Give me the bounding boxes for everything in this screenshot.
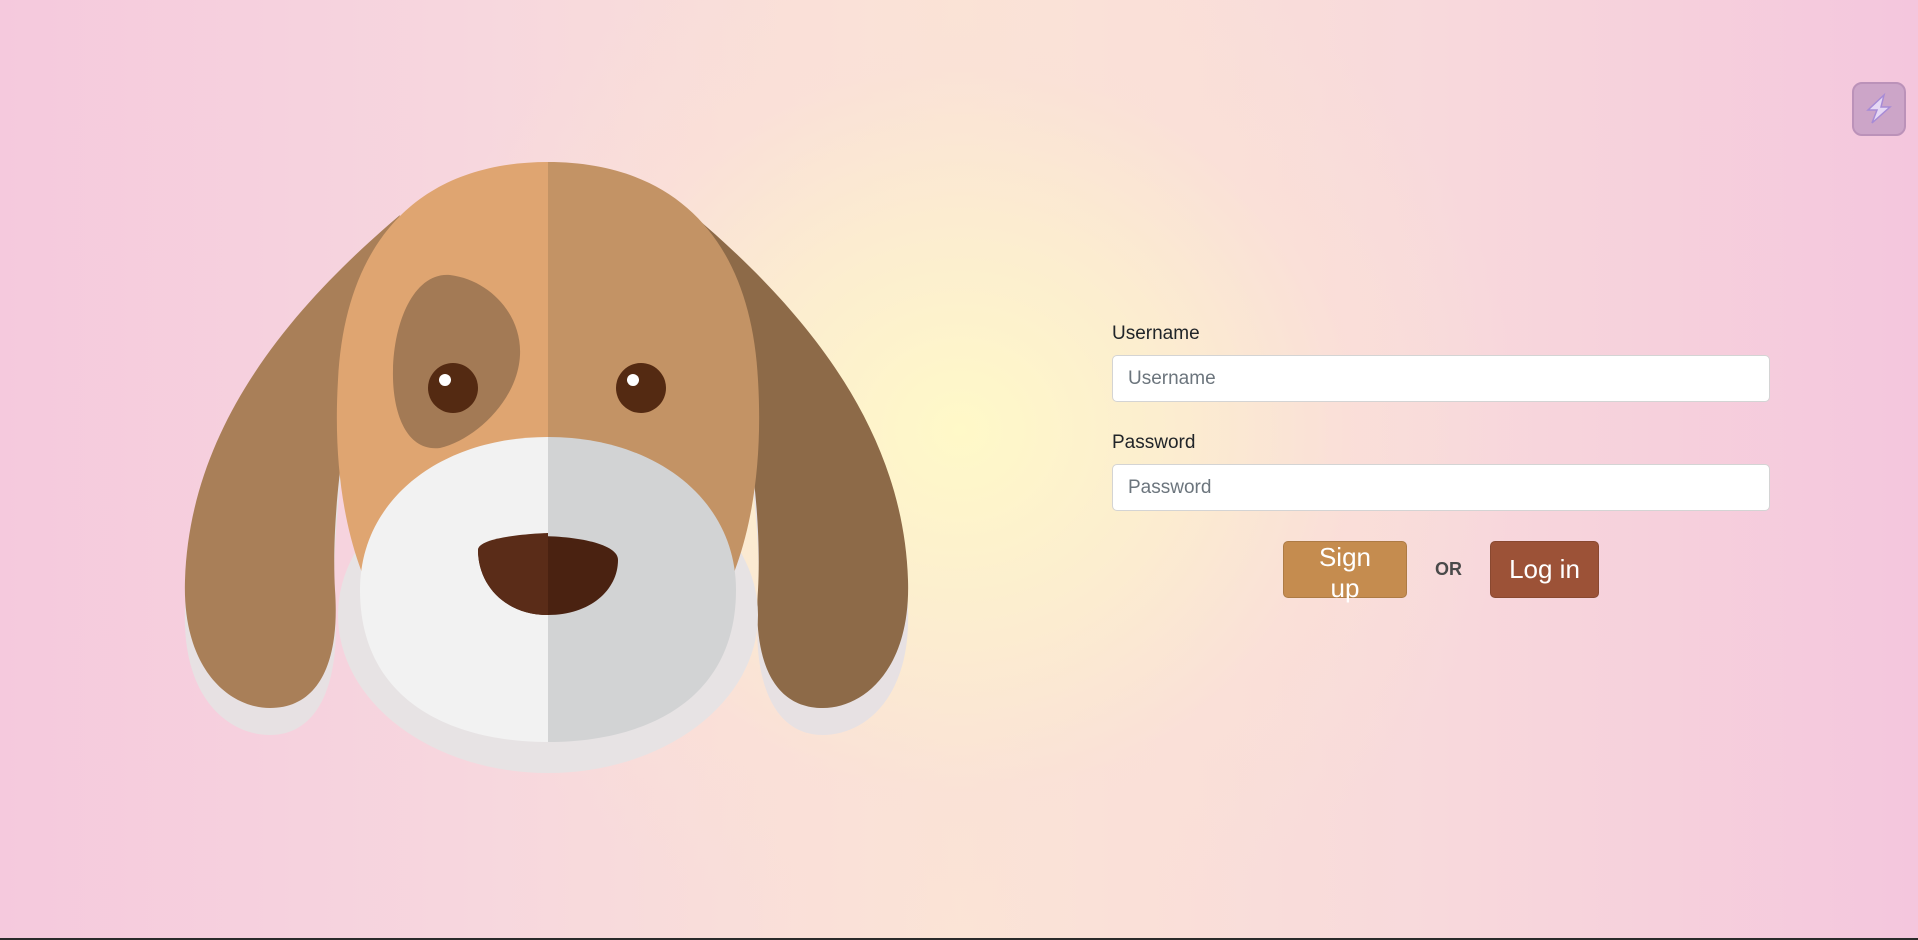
login-button[interactable]: Log in bbox=[1490, 541, 1599, 598]
right-eye bbox=[616, 363, 666, 413]
left-eye bbox=[428, 363, 478, 413]
username-group: Username bbox=[1112, 323, 1770, 402]
lightning-icon bbox=[1866, 92, 1892, 124]
or-divider: OR bbox=[1435, 559, 1462, 579]
password-input[interactable] bbox=[1112, 464, 1770, 511]
password-group: Password bbox=[1112, 432, 1770, 511]
login-form: Username Password Sign up OR Log in bbox=[1112, 323, 1770, 603]
dog-illustration bbox=[184, 162, 909, 773]
username-label: Username bbox=[1112, 323, 1200, 344]
username-input[interactable] bbox=[1112, 355, 1770, 402]
password-label: Password bbox=[1112, 432, 1196, 453]
corner-widget-button[interactable] bbox=[1852, 82, 1906, 136]
action-row: Sign up OR Log in bbox=[1112, 541, 1770, 603]
signup-button[interactable]: Sign up bbox=[1283, 541, 1407, 603]
